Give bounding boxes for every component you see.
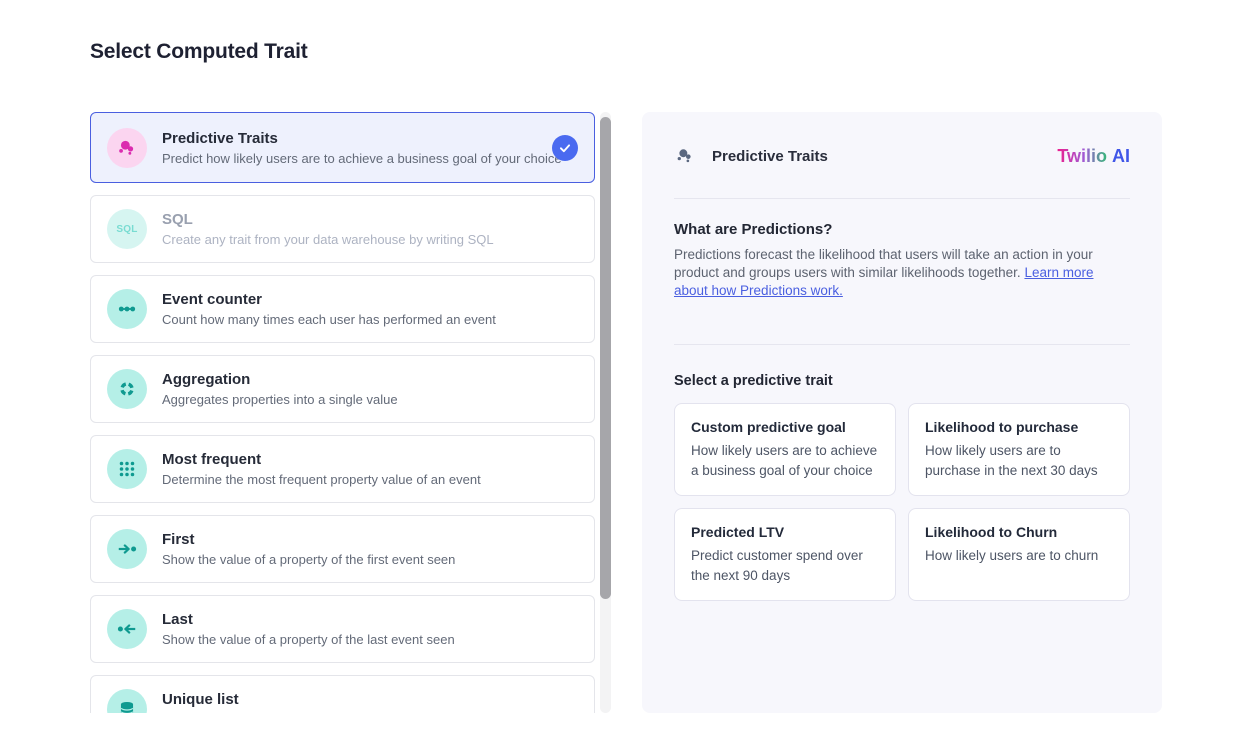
arrow-to-dot-icon — [107, 529, 147, 569]
trait-option-title: Aggregation — [162, 370, 398, 389]
trait-option-description: Create any trait from your data warehous… — [162, 231, 494, 248]
ai-wordmark: AI — [1112, 146, 1130, 166]
card-description: How likely users are to achieve a busine… — [691, 441, 879, 481]
trait-option-predictive-traits[interactable]: Predictive Traits Predict how likely use… — [90, 112, 595, 183]
section-divider — [674, 344, 1130, 345]
trait-option-most-frequent[interactable]: Most frequent Determine the most frequen… — [90, 435, 595, 503]
trait-option-title: Last — [162, 610, 455, 629]
list-scrollbar-track[interactable] — [600, 112, 611, 713]
cluster-icon-grey — [674, 145, 696, 167]
trait-option-sql[interactable]: SQL SQL Create any trait from your data … — [90, 195, 595, 263]
twilio-ai-logo: TwilioAI — [1057, 146, 1130, 167]
gear-ring-icon — [107, 369, 147, 409]
database-icon — [107, 689, 147, 713]
trait-type-list: Predictive Traits Predict how likely use… — [90, 112, 595, 713]
card-title: Predicted LTV — [691, 523, 879, 541]
trait-option-last[interactable]: Last Show the value of a property of the… — [90, 595, 595, 663]
page-title: Select Computed Trait — [90, 40, 308, 64]
detail-panel-title: Predictive Traits — [712, 148, 828, 165]
card-likelihood-to-churn[interactable]: Likelihood to Churn How likely users are… — [908, 508, 1130, 601]
about-predictions-heading: What are Predictions? — [674, 221, 1130, 238]
trait-option-title: SQL — [162, 210, 494, 229]
trait-option-description: Determine the most frequent property val… — [162, 471, 481, 488]
card-description: Predict customer spend over the next 90 … — [691, 546, 879, 586]
dot-grid-icon — [107, 449, 147, 489]
predictive-trait-card-grid: Custom predictive goal How likely users … — [674, 403, 1130, 601]
trait-option-title: Most frequent — [162, 450, 481, 469]
trait-option-description: Aggregates properties into a single valu… — [162, 391, 398, 408]
list-scrollbar-thumb[interactable] — [600, 117, 611, 599]
trait-option-description: Count how many times each user has perfo… — [162, 311, 496, 328]
card-description: How likely users are to churn — [925, 546, 1113, 566]
twilio-wordmark: Twilio — [1057, 146, 1107, 166]
card-title: Likelihood to purchase — [925, 418, 1113, 436]
trait-option-event-counter[interactable]: Event counter Count how many times each … — [90, 275, 595, 343]
trait-option-first[interactable]: First Show the value of a property of th… — [90, 515, 595, 583]
arrow-from-dot-icon — [107, 609, 147, 649]
trait-option-description-clipped — [162, 711, 239, 713]
trait-option-description: Predict how likely users are to achieve … — [162, 150, 562, 167]
card-title: Likelihood to Churn — [925, 523, 1113, 541]
about-predictions-body: Predictions forecast the likelihood that… — [674, 246, 1124, 300]
trait-option-unique-list[interactable]: Unique list — [90, 675, 595, 713]
card-custom-predictive-goal[interactable]: Custom predictive goal How likely users … — [674, 403, 896, 496]
card-likelihood-to-purchase[interactable]: Likelihood to purchase How likely users … — [908, 403, 1130, 496]
card-description: How likely users are to purchase in the … — [925, 441, 1113, 481]
trait-option-title: Predictive Traits — [162, 129, 562, 148]
card-title: Custom predictive goal — [691, 418, 879, 436]
select-predictive-trait-heading: Select a predictive trait — [674, 373, 1130, 389]
cluster-icon — [107, 128, 147, 168]
card-predicted-ltv[interactable]: Predicted LTV Predict customer spend ove… — [674, 508, 896, 601]
header-divider — [674, 198, 1130, 199]
trait-option-description: Show the value of a property of the last… — [162, 631, 455, 648]
selected-check-icon — [552, 135, 578, 161]
trait-option-description: Show the value of a property of the firs… — [162, 551, 455, 568]
trait-option-title: Unique list — [162, 690, 239, 709]
trait-option-title: First — [162, 530, 455, 549]
trait-option-title: Event counter — [162, 290, 496, 309]
sql-icon: SQL — [107, 209, 147, 249]
trait-option-aggregation[interactable]: Aggregation Aggregates properties into a… — [90, 355, 595, 423]
beads-icon — [107, 289, 147, 329]
predictive-traits-detail-panel: Predictive Traits TwilioAI What are Pred… — [642, 112, 1162, 713]
detail-panel-header: Predictive Traits TwilioAI — [674, 142, 1130, 170]
